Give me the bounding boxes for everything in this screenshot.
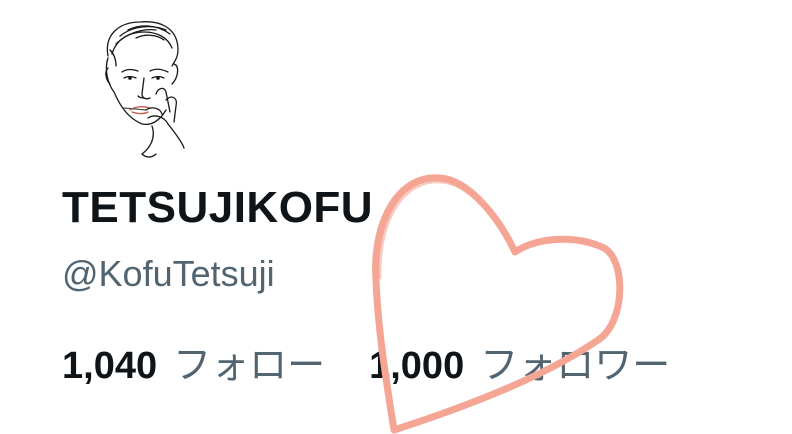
- profile-handle: @KofuTetsuji: [62, 253, 275, 294]
- followers-count: 1,000: [369, 345, 465, 387]
- profile-avatar[interactable]: [86, 14, 206, 164]
- follow-stats: 1,040 フォロー 1,000 フォロワー: [62, 346, 670, 385]
- following-label: フォロー: [173, 343, 326, 387]
- line-drawing-portrait-icon: [105, 21, 185, 158]
- followers-link[interactable]: 1,000 フォロワー: [369, 346, 670, 385]
- following-count: 1,040: [62, 345, 158, 387]
- following-link[interactable]: 1,040 フォロー: [62, 346, 325, 385]
- profile-display-name: TETSUJIKOFU: [62, 183, 374, 232]
- profile-header: TETSUJIKOFU @KofuTetsuji 1,040 フォロー 1,00…: [0, 0, 792, 434]
- followers-label: フォロワー: [480, 343, 671, 387]
- hand-drawn-heart-icon: [372, 174, 624, 434]
